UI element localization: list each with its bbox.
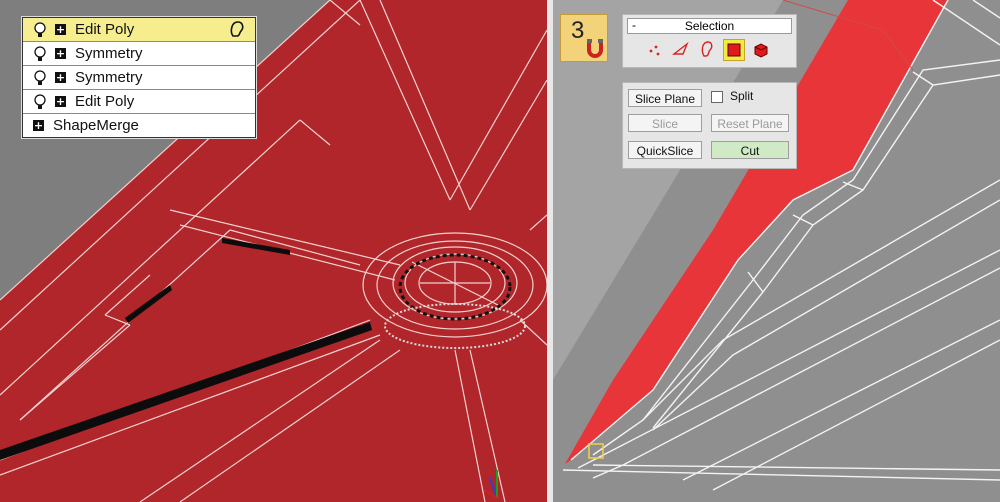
expand-plus-icon[interactable]: + xyxy=(33,120,44,131)
modifier-stack: + Edit Poly + Symmetry + Symmetry + Edit… xyxy=(22,17,256,138)
polygon-mode-button[interactable] xyxy=(723,39,745,61)
selection-panel: - Selection xyxy=(622,14,797,68)
show-end-result-icon[interactable] xyxy=(229,20,245,38)
quickslice-button[interactable]: QuickSlice xyxy=(628,141,702,159)
element-icon[interactable] xyxy=(751,39,771,59)
slice-button[interactable]: Slice xyxy=(628,114,702,132)
stack-item-edit-poly-2[interactable]: + Edit Poly xyxy=(23,90,255,114)
stack-item-label: Edit Poly xyxy=(75,21,135,38)
stack-item-label: Symmetry xyxy=(75,45,143,62)
stack-item-symmetry-2[interactable]: + Symmetry xyxy=(23,66,255,90)
edge-icon[interactable] xyxy=(671,39,691,59)
selection-rollout-header[interactable]: - Selection xyxy=(627,18,792,34)
stack-item-shapemerge[interactable]: + ShapeMerge xyxy=(23,114,255,137)
vertex-icon[interactable] xyxy=(645,39,665,59)
split-label: Split xyxy=(730,89,754,103)
rollout-title: Selection xyxy=(684,19,735,33)
slice-plane-button[interactable]: Slice Plane xyxy=(628,89,702,107)
expand-plus-icon[interactable]: + xyxy=(55,24,66,35)
split-checkbox[interactable] xyxy=(711,91,723,103)
stack-item-symmetry-1[interactable]: + Symmetry xyxy=(23,42,255,66)
magnet-icon xyxy=(587,39,603,58)
border-icon[interactable] xyxy=(697,39,717,59)
stack-item-label: ShapeMerge xyxy=(53,117,139,134)
lightbulb-icon[interactable] xyxy=(33,21,47,38)
polygon-icon xyxy=(727,43,741,57)
stack-item-edit-poly-1[interactable]: + Edit Poly xyxy=(23,18,255,42)
lightbulb-icon[interactable] xyxy=(33,45,47,62)
expand-plus-icon[interactable]: + xyxy=(55,48,66,59)
subobject-modes xyxy=(645,39,785,61)
cut-tool-logo: 3 xyxy=(560,14,608,62)
stack-item-label: Symmetry xyxy=(75,69,143,86)
expand-plus-icon[interactable]: + xyxy=(55,72,66,83)
cut-button[interactable]: Cut xyxy=(711,141,789,159)
logo-number: 3 xyxy=(571,17,585,44)
expand-plus-icon[interactable]: + xyxy=(55,96,66,107)
lightbulb-icon[interactable] xyxy=(33,69,47,86)
viewport-left[interactable]: + Edit Poly + Symmetry + Symmetry + Edit… xyxy=(0,0,547,502)
cut-wireframe-scene xyxy=(553,0,1000,491)
viewport-right[interactable] xyxy=(553,0,1000,502)
lightbulb-icon[interactable] xyxy=(33,93,47,110)
reset-plane-button[interactable]: Reset Plane xyxy=(711,114,789,132)
edit-geometry-panel: Slice Plane Split Slice Reset Plane Quic… xyxy=(622,82,797,169)
stack-item-label: Edit Poly xyxy=(75,93,135,110)
